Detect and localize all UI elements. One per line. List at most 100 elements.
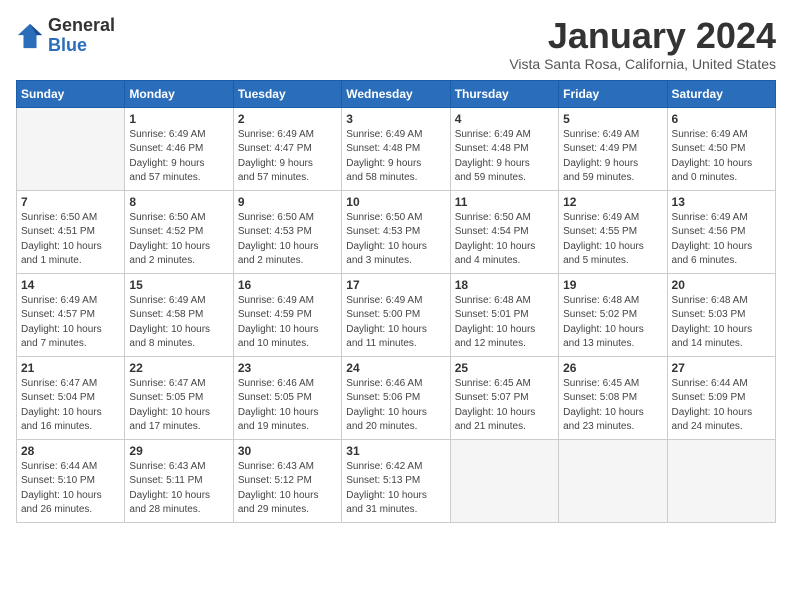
calendar-cell: 8Sunrise: 6:50 AMSunset: 4:52 PMDaylight… (125, 190, 233, 273)
day-info: Sunrise: 6:48 AMSunset: 5:02 PMDaylight:… (563, 294, 662, 352)
calendar-cell: 13 Sunrise: 6:49 AMSunset: 4:56 PMDayligh… (667, 190, 775, 273)
calendar-cell (667, 439, 775, 522)
day-number: 15 (129, 278, 228, 292)
calendar-cell: 23Sunrise: 6:46 AMSunset: 5:05 PMDayligh… (233, 356, 341, 439)
day-number: 4 (455, 112, 554, 126)
calendar-cell: 27 Sunrise: 6:44 AMSunset: 5:09 PMDayligh… (667, 356, 775, 439)
calendar-cell: 17Sunrise: 6:49 AMSunset: 5:00 PMDayligh… (342, 273, 450, 356)
calendar-cell: 12Sunrise: 6:49 AMSunset: 4:55 PMDayligh… (559, 190, 667, 273)
day-number: 19 (563, 278, 662, 292)
day-info: Sunrise: 6:45 AMSunset: 5:07 PMDaylight:… (455, 377, 554, 435)
column-header-saturday: Saturday (667, 80, 775, 107)
day-info: Sunrise: 6:49 AMSunset: 4:57 PMDaylight:… (21, 294, 120, 352)
day-info: Sunrise: 6:49 AMSunset: 4:48 PMDaylight:… (346, 128, 445, 186)
calendar-cell: 1 Sunrise: 6:49 AMSunset: 4:46 PMDaylight… (125, 107, 233, 190)
column-header-monday: Monday (125, 80, 233, 107)
day-info: Sunrise: 6:43 AMSunset: 5:12 PMDaylight:… (238, 460, 337, 518)
calendar-cell: 31 Sunrise: 6:42 AMSunset: 5:13 PMDayligh… (342, 439, 450, 522)
calendar-cell: 20 Sunrise: 6:48 AMSunset: 5:03 PMDayligh… (667, 273, 775, 356)
day-number: 28 (21, 444, 120, 458)
calendar-cell: 21 Sunrise: 6:47 AMSunset: 5:04 PMDayligh… (17, 356, 125, 439)
day-info: Sunrise: 6:47 AMSunset: 5:04 PMDaylight:… (21, 377, 120, 435)
calendar-cell (559, 439, 667, 522)
day-number: 13 (672, 195, 771, 209)
day-info: Sunrise: 6:46 AMSunset: 5:06 PMDaylight:… (346, 377, 445, 435)
day-number: 2 (238, 112, 337, 126)
day-number: 16 (238, 278, 337, 292)
day-number: 3 (346, 112, 445, 126)
day-info: Sunrise: 6:49 AMSunset: 4:48 PMDaylight:… (455, 128, 554, 186)
calendar-subtitle: Vista Santa Rosa, California, United Sta… (509, 56, 776, 72)
day-info: Sunrise: 6:42 AMSunset: 5:13 PMDaylight:… (346, 460, 445, 518)
calendar-cell: 18Sunrise: 6:48 AMSunset: 5:01 PMDayligh… (450, 273, 558, 356)
calendar-cell: 24 Sunrise: 6:46 AMSunset: 5:06 PMDayligh… (342, 356, 450, 439)
day-info: Sunrise: 6:50 AMSunset: 4:51 PMDaylight:… (21, 211, 120, 269)
day-number: 11 (455, 195, 554, 209)
calendar-cell: 25 Sunrise: 6:45 AMSunset: 5:07 PMDayligh… (450, 356, 558, 439)
day-info: Sunrise: 6:49 AMSunset: 4:58 PMDaylight:… (129, 294, 228, 352)
calendar-cell: 30 Sunrise: 6:43 AMSunset: 5:12 PMDayligh… (233, 439, 341, 522)
day-number: 24 (346, 361, 445, 375)
day-number: 21 (21, 361, 120, 375)
day-info: Sunrise: 6:49 AMSunset: 4:59 PMDaylight:… (238, 294, 337, 352)
day-number: 20 (672, 278, 771, 292)
page-header: General Blue January 2024 Vista Santa Ro… (16, 16, 776, 72)
day-info: Sunrise: 6:49 AMSunset: 5:00 PMDaylight:… (346, 294, 445, 352)
day-number: 30 (238, 444, 337, 458)
calendar-cell: 9 Sunrise: 6:50 AMSunset: 4:53 PMDaylight… (233, 190, 341, 273)
column-header-wednesday: Wednesday (342, 80, 450, 107)
day-info: Sunrise: 6:49 AMSunset: 4:46 PMDaylight:… (129, 128, 228, 186)
day-info: Sunrise: 6:43 AMSunset: 5:11 PMDaylight:… (129, 460, 228, 518)
column-header-sunday: Sunday (17, 80, 125, 107)
calendar-cell: 14 Sunrise: 6:49 AMSunset: 4:57 PMDayligh… (17, 273, 125, 356)
column-header-thursday: Thursday (450, 80, 558, 107)
day-number: 1 (129, 112, 228, 126)
day-number: 23 (238, 361, 337, 375)
day-info: Sunrise: 6:48 AMSunset: 5:03 PMDaylight:… (672, 294, 771, 352)
calendar-cell: 26Sunrise: 6:45 AMSunset: 5:08 PMDayligh… (559, 356, 667, 439)
day-info: Sunrise: 6:47 AMSunset: 5:05 PMDaylight:… (129, 377, 228, 435)
day-number: 5 (563, 112, 662, 126)
day-number: 7 (21, 195, 120, 209)
day-number: 22 (129, 361, 228, 375)
calendar-week-1: 1 Sunrise: 6:49 AMSunset: 4:46 PMDaylight… (17, 107, 776, 190)
day-number: 29 (129, 444, 228, 458)
calendar-cell: 11Sunrise: 6:50 AMSunset: 4:54 PMDayligh… (450, 190, 558, 273)
logo-text: General Blue (48, 16, 115, 56)
day-info: Sunrise: 6:49 AMSunset: 4:47 PMDaylight:… (238, 128, 337, 186)
calendar-cell: 19 Sunrise: 6:48 AMSunset: 5:02 PMDayligh… (559, 273, 667, 356)
day-info: Sunrise: 6:49 AMSunset: 4:49 PMDaylight:… (563, 128, 662, 186)
calendar-week-4: 21 Sunrise: 6:47 AMSunset: 5:04 PMDayligh… (17, 356, 776, 439)
calendar-cell: 15 Sunrise: 6:49 AMSunset: 4:58 PMDayligh… (125, 273, 233, 356)
column-header-tuesday: Tuesday (233, 80, 341, 107)
calendar-week-5: 28 Sunrise: 6:44 AMSunset: 5:10 PMDayligh… (17, 439, 776, 522)
day-number: 9 (238, 195, 337, 209)
calendar-cell: 28 Sunrise: 6:44 AMSunset: 5:10 PMDayligh… (17, 439, 125, 522)
day-info: Sunrise: 6:44 AMSunset: 5:10 PMDaylight:… (21, 460, 120, 518)
logo: General Blue (16, 16, 115, 56)
day-info: Sunrise: 6:50 AMSunset: 4:53 PMDaylight:… (238, 211, 337, 269)
day-number: 6 (672, 112, 771, 126)
day-info: Sunrise: 6:49 AMSunset: 4:50 PMDaylight:… (672, 128, 771, 186)
day-number: 27 (672, 361, 771, 375)
calendar-cell: 10Sunrise: 6:50 AMSunset: 4:53 PMDayligh… (342, 190, 450, 273)
day-number: 10 (346, 195, 445, 209)
day-info: Sunrise: 6:49 AMSunset: 4:56 PMDaylight:… (672, 211, 771, 269)
day-info: Sunrise: 6:49 AMSunset: 4:55 PMDaylight:… (563, 211, 662, 269)
calendar-cell (450, 439, 558, 522)
calendar-cell: 7 Sunrise: 6:50 AMSunset: 4:51 PMDaylight… (17, 190, 125, 273)
day-info: Sunrise: 6:44 AMSunset: 5:09 PMDaylight:… (672, 377, 771, 435)
day-info: Sunrise: 6:50 AMSunset: 4:52 PMDaylight:… (129, 211, 228, 269)
calendar-cell: 4 Sunrise: 6:49 AMSunset: 4:48 PMDaylight… (450, 107, 558, 190)
day-number: 25 (455, 361, 554, 375)
day-number: 14 (21, 278, 120, 292)
day-info: Sunrise: 6:45 AMSunset: 5:08 PMDaylight:… (563, 377, 662, 435)
title-block: January 2024 Vista Santa Rosa, Californi… (509, 16, 776, 72)
day-number: 31 (346, 444, 445, 458)
calendar-title: January 2024 (509, 16, 776, 56)
day-number: 18 (455, 278, 554, 292)
calendar-week-2: 7 Sunrise: 6:50 AMSunset: 4:51 PMDaylight… (17, 190, 776, 273)
calendar-cell: 5 Sunrise: 6:49 AMSunset: 4:49 PMDaylight… (559, 107, 667, 190)
column-header-friday: Friday (559, 80, 667, 107)
calendar-week-3: 14 Sunrise: 6:49 AMSunset: 4:57 PMDayligh… (17, 273, 776, 356)
